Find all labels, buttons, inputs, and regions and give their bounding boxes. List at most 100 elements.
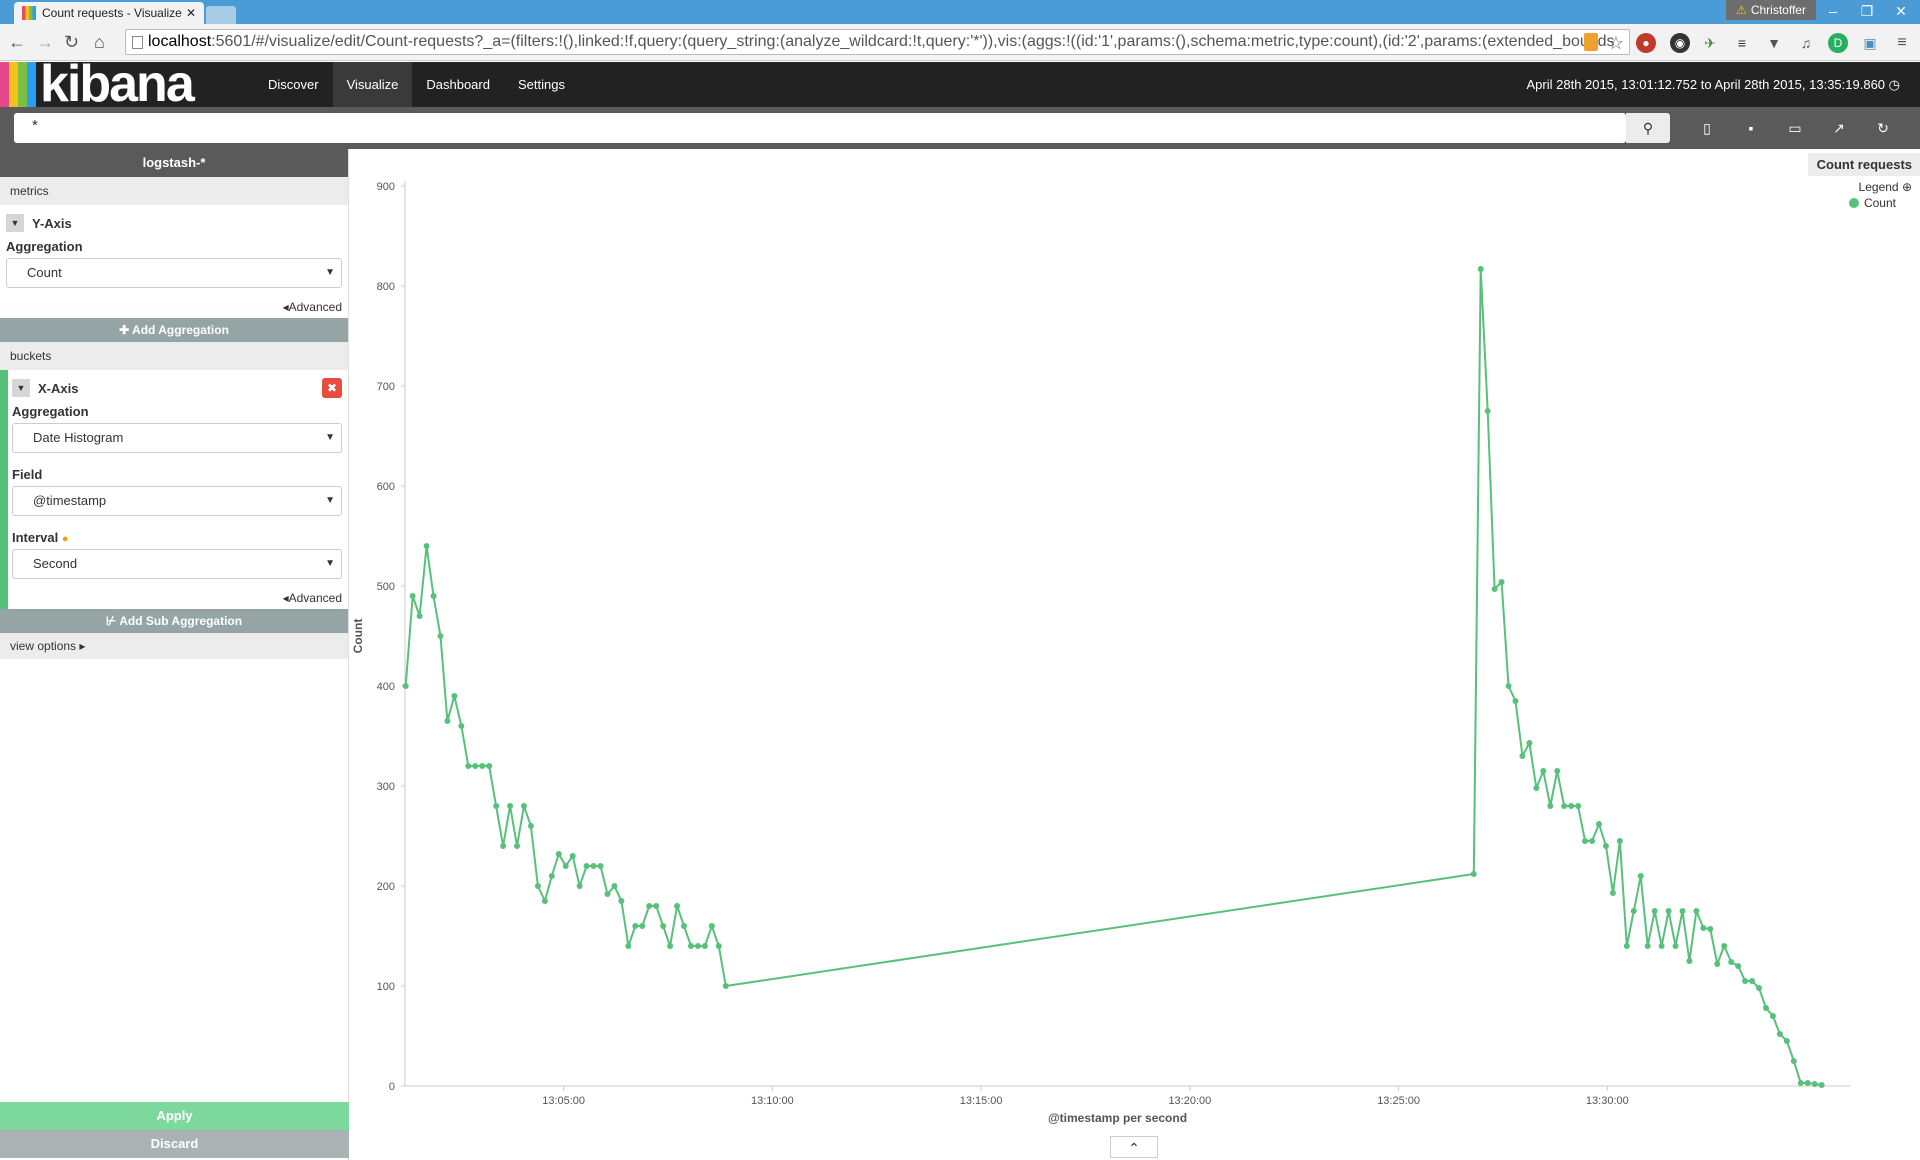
refresh-icon[interactable]: ↻ [1872,117,1894,139]
data-point [1470,871,1477,877]
data-point [1721,943,1728,949]
field-select[interactable]: @timestamp ▼ [12,486,342,516]
legend-toggle[interactable]: Legend ⊕ [1808,176,1920,194]
view-options-toggle[interactable]: view options ▸ [0,633,348,659]
data-point [1491,586,1498,592]
y-tick-label: 100 [377,981,395,993]
data-point [1609,890,1616,896]
x-tick-label: 13:15:00 [960,1095,1003,1107]
browser-user-badge[interactable]: ⚠ Christoffer [1726,0,1816,20]
reload-icon[interactable]: ↻ [64,32,79,53]
address-bar[interactable]: localhost:5601/#/visualize/edit/Count-re… [125,29,1630,55]
extension-d-icon[interactable]: D [1828,33,1848,53]
query-input[interactable]: * [14,113,1626,143]
data-point [416,613,423,619]
y-tick-label: 500 [377,581,395,593]
apply-button[interactable]: Apply [0,1102,349,1130]
data-point [1561,803,1568,809]
collapse-caret-icon[interactable]: ▼ [6,214,24,232]
data-point [514,843,521,849]
data-point [1582,838,1589,844]
browser-menu-icon[interactable]: ≡ [1892,33,1912,53]
back-icon[interactable]: ← [8,32,26,53]
forward-icon[interactable]: → [36,32,54,53]
extension-headphones-icon[interactable]: ♫ [1796,33,1816,53]
new-tab-button[interactable] [206,6,236,24]
nav-discover[interactable]: Discover [254,62,333,107]
x-aggregation-select[interactable]: Date Histogram ▼ [12,423,342,453]
y-aggregation-label: Aggregation [6,239,83,254]
data-point [1547,803,1554,809]
data-point [1533,785,1540,791]
open-folder-icon[interactable]: ▭ [1784,117,1806,139]
nav-settings[interactable]: Settings [504,62,579,107]
data-point [701,943,708,949]
data-point [625,943,632,949]
extension-stop-icon[interactable]: ● [1636,33,1656,53]
nav-dashboard[interactable]: Dashboard [412,62,504,107]
y-axis-label: Count [351,619,365,654]
browser-user-name: Christoffer [1750,3,1806,17]
data-point [639,923,646,929]
star-icon[interactable]: ☆ [1606,33,1626,53]
discard-button[interactable]: Discard [0,1130,349,1158]
interval-select[interactable]: Second ▼ [12,549,342,579]
legend-item[interactable]: Count [1808,194,1920,210]
dropdown-arrow-icon: ▼ [325,558,335,569]
share-icon[interactable]: ↗ [1828,117,1850,139]
data-point [500,843,507,849]
data-point [548,873,555,879]
y-tick-label: 0 [389,1081,395,1093]
dropdown-arrow-icon: ▼ [325,432,335,443]
data-point [402,683,409,689]
extension-filter-icon[interactable]: ≡ [1732,33,1752,53]
kibana-logo[interactable]: kibana [0,58,195,110]
collapse-chart-button[interactable]: ⌃ [1110,1136,1158,1158]
x-advanced-toggle[interactable]: ◂Advanced [12,591,342,605]
home-icon[interactable]: ⌂ [94,32,105,53]
data-point [1623,943,1630,949]
dropdown-arrow-icon: ▼ [325,495,335,506]
remove-aggregation-button[interactable]: ✖ [322,378,342,398]
data-point [1637,873,1644,879]
new-visualization-icon[interactable]: ▯ [1696,117,1718,139]
browser-tab[interactable]: Count requests - Visualize ✕ [14,2,204,24]
extension-camera-icon[interactable]: ▣ [1860,33,1880,53]
y-tick-label: 300 [377,781,395,793]
extension-privacy-icon[interactable]: ◉ [1670,33,1690,53]
restore-icon[interactable]: ❐ [1852,2,1882,20]
data-point [1804,1080,1811,1086]
browser-titlebar: Count requests - Visualize ✕ ⚠ Christoff… [0,0,1920,24]
collapse-caret-icon[interactable]: ▼ [12,379,30,397]
legend: Count requests Legend ⊕ Count [1808,153,1920,210]
data-point [527,823,534,829]
y-advanced-toggle[interactable]: ◂Advanced [6,300,342,314]
data-point [534,883,541,889]
time-range-picker[interactable]: April 28th 2015, 13:01:12.752 to April 2… [1527,62,1900,107]
close-window-icon[interactable]: ✕ [1886,2,1916,20]
data-point [486,763,493,769]
data-point [1735,963,1742,969]
add-aggregation-button[interactable]: ✚ Add Aggregation [0,318,348,342]
bookmark-page-icon[interactable] [1584,33,1598,51]
data-point [409,593,416,599]
minimize-icon[interactable]: – [1818,2,1848,20]
data-point [437,633,444,639]
nav-visualize[interactable]: Visualize [332,62,413,107]
tab-close-icon[interactable]: ✕ [186,6,196,20]
y-aggregation-value: Count [27,265,62,280]
legend-item-label: Count [1863,196,1896,210]
search-button[interactable]: ⚲ [1626,113,1670,143]
y-aggregation-select[interactable]: Count ▼ [6,258,342,288]
url-host: localhost [148,33,212,50]
data-point [1630,908,1637,914]
extension-pocket-icon[interactable]: ▼ [1764,33,1784,53]
data-point [1651,908,1658,914]
search-row: * ⚲ ▯ ▪ ▭ ↗ ↻ [0,107,1920,149]
data-point [1714,961,1721,967]
index-pattern-title: logstash-* [0,149,348,177]
add-sub-aggregation-button[interactable]: ⊬ Add Sub Aggregation [0,609,348,633]
save-icon[interactable]: ▪ [1740,117,1762,139]
extension-bird-icon[interactable]: ✈ [1700,33,1720,53]
info-icon[interactable]: ● [62,533,69,545]
